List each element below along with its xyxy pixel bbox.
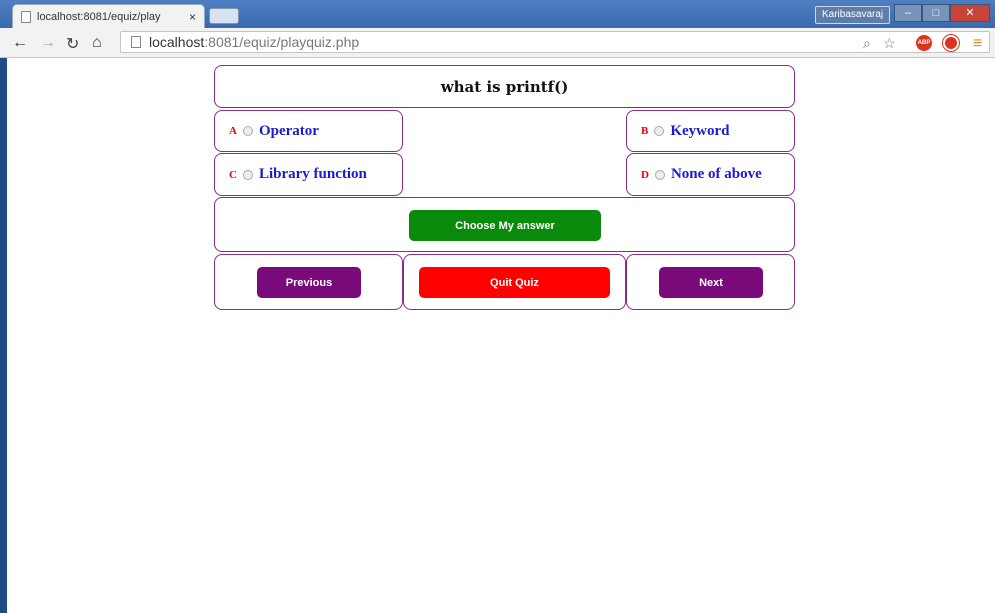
choose-answer-button[interactable]: Choose My answer xyxy=(409,210,601,241)
page-viewport: what is printf() A Operator B Keyword C … xyxy=(7,58,995,613)
menu-icon[interactable]: ≡ xyxy=(973,35,982,53)
question-text: what is printf() xyxy=(440,77,569,96)
next-button[interactable]: Next xyxy=(659,267,763,298)
option-a[interactable]: A Operator xyxy=(214,110,403,152)
option-letter: C xyxy=(229,168,237,181)
zoom-icon[interactable]: ⌕ xyxy=(863,35,871,52)
option-radio[interactable] xyxy=(654,126,665,136)
option-label: Library function xyxy=(258,166,367,182)
minimize-button[interactable]: – xyxy=(894,4,922,22)
adblock-icon[interactable]: ABP xyxy=(916,35,932,51)
maximize-button[interactable]: □ xyxy=(922,4,950,22)
tab-title: localhost:8081/equiz/play xyxy=(37,10,161,23)
option-label: None of above xyxy=(670,166,762,182)
option-letter: A xyxy=(229,125,237,137)
profile-user-button[interactable]: Karibasavaraj xyxy=(815,6,891,24)
option-c[interactable]: C Library function xyxy=(214,153,403,196)
browser-tab[interactable]: localhost:8081/equiz/play × xyxy=(12,4,205,28)
page-icon xyxy=(131,36,141,48)
forward-icon[interactable]: → xyxy=(40,34,56,52)
stop-icon[interactable] xyxy=(943,35,959,51)
page-icon xyxy=(21,10,31,23)
address-bar[interactable]: localhost:8081/equiz/playquiz.php ⌕ ☆ AB… xyxy=(120,31,990,53)
option-letter: D xyxy=(641,168,649,181)
browser-toolbar: ← → ↻ ⌂ localhost:8081/equiz/playquiz.ph… xyxy=(0,28,995,58)
option-letter: B xyxy=(641,125,649,137)
quit-quiz-button[interactable]: Quit Quiz xyxy=(419,267,610,298)
url-path: :8081/equiz/playquiz.php xyxy=(204,34,360,50)
option-radio[interactable] xyxy=(654,169,665,180)
new-tab-button[interactable] xyxy=(209,8,239,24)
question-box: what is printf() xyxy=(214,65,795,108)
url-text[interactable]: localhost:8081/equiz/playquiz.php xyxy=(149,34,359,50)
browser-titlebar: localhost:8081/equiz/play × Karibasavara… xyxy=(0,0,995,28)
option-label: Keyword xyxy=(670,122,730,139)
reload-icon[interactable]: ↻ xyxy=(66,34,79,54)
url-host: localhost xyxy=(149,34,205,50)
close-window-button[interactable]: ✕ xyxy=(950,4,990,22)
home-icon[interactable]: ⌂ xyxy=(92,34,102,52)
tab-close-icon[interactable]: × xyxy=(189,10,196,24)
option-radio[interactable] xyxy=(242,126,253,136)
back-icon[interactable]: ← xyxy=(12,34,28,52)
option-b[interactable]: B Keyword xyxy=(626,110,795,152)
star-icon[interactable]: ☆ xyxy=(883,35,896,52)
option-radio[interactable] xyxy=(242,169,253,180)
option-d[interactable]: D None of above xyxy=(626,153,795,196)
previous-button[interactable]: Previous xyxy=(257,267,361,298)
option-label: Operator xyxy=(258,122,319,139)
